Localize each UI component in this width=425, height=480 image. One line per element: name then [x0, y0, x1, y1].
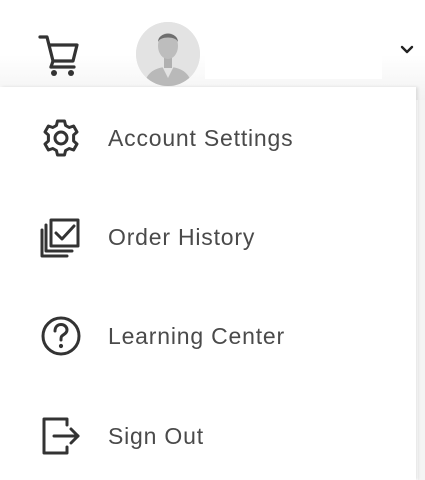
menu-item-account-settings[interactable]: Account Settings — [0, 97, 416, 177]
menu-item-label: Account Settings — [108, 125, 294, 151]
help-circle-icon — [41, 316, 81, 356]
page: Account Settings Order History Learning … — [0, 0, 425, 480]
menu-item-sign-out[interactable]: Sign Out — [0, 395, 416, 475]
shopping-cart-icon — [38, 35, 79, 76]
menu-item-label: Order History — [108, 224, 256, 250]
user-name-field[interactable] — [205, 27, 382, 79]
avatar[interactable] — [136, 22, 200, 86]
user-avatar-icon — [136, 22, 200, 86]
dropdown-toggle[interactable] — [398, 43, 416, 57]
menu-item-label: Learning Center — [108, 323, 285, 349]
cart-button[interactable] — [38, 33, 80, 77]
order-history-icon — [40, 218, 80, 258]
gear-icon — [43, 119, 79, 157]
sign-out-icon — [42, 417, 80, 455]
menu-item-learning-center[interactable]: Learning Center — [0, 295, 416, 375]
chevron-down-icon — [400, 45, 414, 54]
menu-item-label: Sign Out — [108, 423, 204, 449]
header-bar — [0, 0, 425, 100]
menu-item-order-history[interactable]: Order History — [0, 196, 416, 276]
page-background-strip — [418, 100, 425, 480]
